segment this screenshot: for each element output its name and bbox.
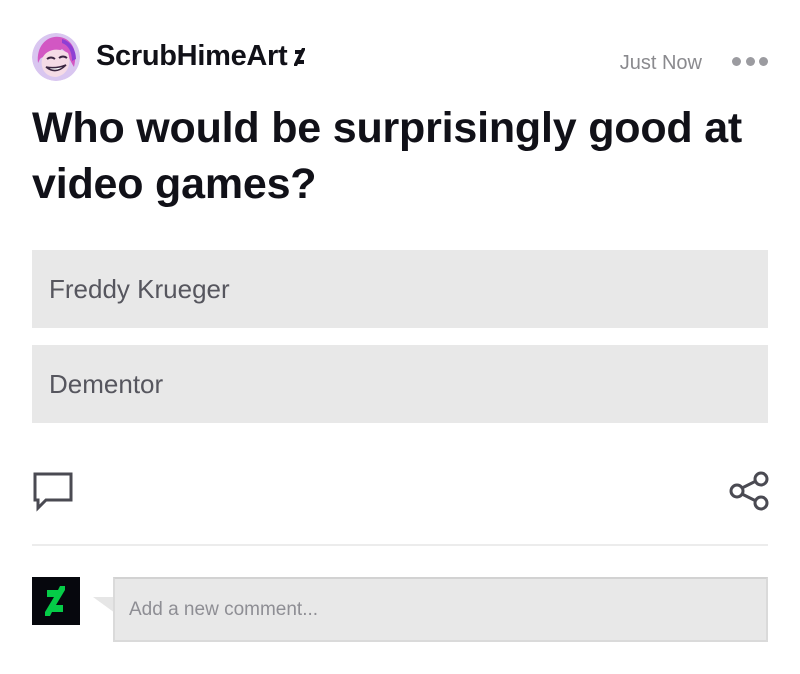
dot: [745, 56, 755, 66]
share-icon[interactable]: [728, 470, 770, 512]
username[interactable]: ScrubHimeArt: [96, 40, 307, 73]
username-text[interactable]: ScrubHimeArt: [96, 40, 288, 73]
poll-option-2[interactable]: Dementor: [32, 345, 768, 423]
post-header: ScrubHimeArt Just Now: [32, 32, 768, 82]
comment-input[interactable]: Add a new comment...: [113, 577, 768, 642]
dot: [759, 56, 768, 66]
poll-title: Who would be surprisingly good at video …: [32, 104, 743, 208]
divider: [32, 544, 768, 546]
deviantart-badge-icon: [294, 47, 306, 66]
timestamp: Just Now: [619, 52, 702, 74]
deviantart-logo-icon: [32, 577, 80, 625]
poll-option-1[interactable]: Freddy Krueger: [32, 250, 768, 328]
comment-pointer: [93, 597, 115, 613]
comment-icon[interactable]: [32, 470, 74, 512]
more-options-icon[interactable]: [732, 56, 768, 66]
avatar[interactable]: [32, 33, 80, 81]
dot: [732, 56, 741, 66]
